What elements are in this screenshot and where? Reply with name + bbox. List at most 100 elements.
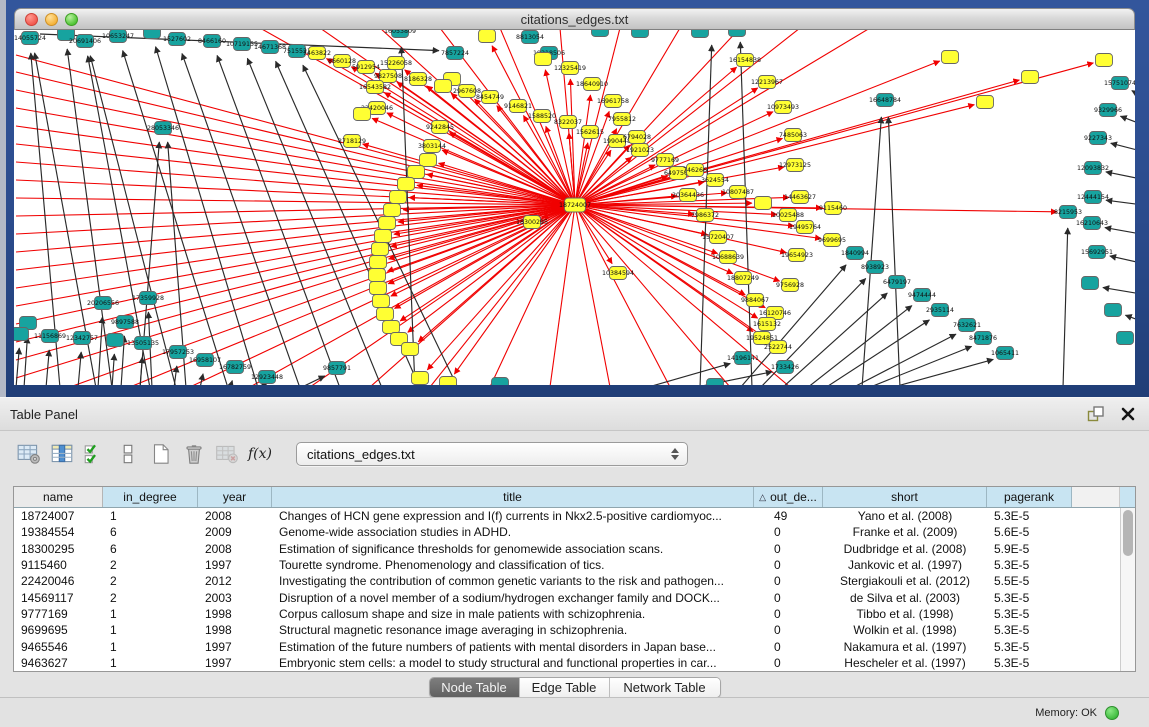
network-node[interactable]: [372, 243, 389, 256]
network-node[interactable]: [377, 308, 394, 321]
network-node[interactable]: 1527602: [163, 33, 191, 46]
table-row[interactable]: 977716911998Corpus callosum shape and si…: [14, 606, 1120, 622]
network-node[interactable]: [370, 256, 387, 269]
network-node[interactable]: [373, 295, 390, 308]
table-cell[interactable]: Franke et al. (2009): [823, 525, 987, 539]
network-node[interactable]: 16648784: [869, 94, 901, 107]
network-node[interactable]: [384, 204, 401, 217]
network-node[interactable]: 14055724: [14, 32, 46, 45]
zoom-window-icon[interactable]: [65, 13, 78, 26]
network-node[interactable]: 12325419: [554, 62, 586, 75]
network-node[interactable]: 14196141: [727, 352, 759, 365]
table-cell[interactable]: 0: [754, 623, 823, 637]
table-cell[interactable]: 2012: [198, 574, 272, 588]
network-node[interactable]: 3803144: [418, 140, 446, 153]
table-cell[interactable]: 5.3E-5: [987, 591, 1072, 605]
network-node[interactable]: 19495764: [789, 221, 821, 234]
network-node[interactable]: [435, 80, 452, 93]
table-cell[interactable]: 2008: [198, 509, 272, 523]
network-node[interactable]: 9699695: [818, 234, 846, 247]
network-node[interactable]: 1588520: [528, 110, 556, 123]
table-row[interactable]: 969969511998Structural magnetic resonanc…: [14, 622, 1120, 638]
table-cell[interactable]: Tourette syndrome. Phenomenology and cla…: [272, 558, 754, 572]
network-node[interactable]: 12973125: [779, 159, 811, 172]
network-node[interactable]: 16210643: [1076, 217, 1108, 230]
table-cell[interactable]: 5.3E-5: [987, 640, 1072, 654]
table-cell[interactable]: 9463627: [14, 656, 103, 670]
table-cell[interactable]: 49: [754, 509, 823, 523]
network-node[interactable]: 9777169: [651, 154, 679, 167]
network-node[interactable]: [492, 378, 509, 386]
column-header-pagerank[interactable]: pagerank: [987, 487, 1072, 507]
network-node[interactable]: 2935114: [926, 304, 954, 317]
network-node[interactable]: [144, 30, 161, 39]
column-header-in-degree[interactable]: in_degree: [103, 487, 198, 507]
table-cell[interactable]: 22420046: [14, 574, 103, 588]
table-cell[interactable]: Wolkin et al. (1998): [823, 623, 987, 637]
network-node[interactable]: 7632621: [953, 319, 981, 332]
table-cell[interactable]: 0: [754, 542, 823, 556]
table-cell[interactable]: Stergiakouli et al. (2012): [823, 574, 987, 588]
network-node[interactable]: [379, 217, 396, 230]
table-row[interactable]: 1830029562008Estimation of significance …: [14, 541, 1120, 557]
network-node[interactable]: [535, 53, 552, 66]
network-window-titlebar[interactable]: citations_edges.txt: [14, 8, 1135, 30]
network-node[interactable]: [692, 30, 709, 38]
table-cell[interactable]: 9777169: [14, 607, 103, 621]
table-cell[interactable]: Estimation of the future numbers of pati…: [272, 640, 754, 654]
table-row[interactable]: 1456911722003Disruption of a novel membe…: [14, 589, 1120, 605]
network-node[interactable]: 9227343: [1084, 132, 1112, 145]
network-node[interactable]: 3624554: [701, 174, 729, 187]
network-node[interactable]: 7857224: [441, 47, 469, 60]
table-cell[interactable]: de Silva et al. (2003): [823, 591, 987, 605]
network-node[interactable]: [1117, 332, 1134, 345]
network-node[interactable]: [107, 334, 124, 347]
table-cell[interactable]: 18724007: [14, 509, 103, 523]
network-node[interactable]: 9146821: [504, 100, 532, 113]
column-header-year[interactable]: year: [198, 487, 272, 507]
table-cell[interactable]: Genome-wide association studies in ADHD.: [272, 525, 754, 539]
network-node[interactable]: [707, 379, 724, 386]
scrollbar-thumb[interactable]: [1123, 510, 1133, 556]
tab-edge-table[interactable]: Edge Table: [520, 678, 610, 697]
table-cell[interactable]: 19384554: [14, 525, 103, 539]
network-node[interactable]: [479, 30, 496, 43]
table-cell[interactable]: 9465546: [14, 640, 103, 654]
table-cell[interactable]: 1997: [198, 558, 272, 572]
table-cell[interactable]: 2: [103, 558, 198, 572]
table-cell[interactable]: 0: [754, 640, 823, 654]
network-node[interactable]: 28053346: [147, 122, 179, 135]
network-node[interactable]: 9884067: [741, 294, 769, 307]
network-node[interactable]: [729, 30, 746, 37]
network-node[interactable]: 14671368: [254, 41, 286, 54]
network-node[interactable]: [408, 166, 425, 179]
table-cell[interactable]: 1997: [198, 656, 272, 670]
network-node[interactable]: 8813054: [516, 31, 544, 44]
row-selector-icon[interactable]: [115, 442, 141, 466]
network-node[interactable]: 8938923: [861, 261, 889, 274]
column-header-title[interactable]: title: [272, 487, 754, 507]
table-cell[interactable]: Corpus callosum shape and size in male p…: [272, 607, 754, 621]
network-node[interactable]: 16961758: [597, 95, 629, 108]
network-node[interactable]: 15692951: [1081, 246, 1113, 259]
network-node[interactable]: 18640910: [576, 78, 608, 91]
network-canvas[interactable]: 1405572420691406106532471527602846616010…: [14, 30, 1135, 385]
network-node[interactable]: [942, 51, 959, 64]
column-header-out-de-[interactable]: △out_de...: [754, 487, 823, 507]
table-cell[interactable]: 2: [103, 591, 198, 605]
network-node[interactable]: 1065411: [991, 347, 1019, 360]
table-cell[interactable]: 0: [754, 574, 823, 588]
network-node[interactable]: 746266: [683, 164, 707, 177]
network-node[interactable]: 7485063: [779, 129, 807, 142]
network-node[interactable]: [369, 269, 386, 282]
table-cell[interactable]: Hescheler et al. (1997): [823, 656, 987, 670]
network-node[interactable]: 12213967: [751, 76, 783, 89]
table-cell[interactable]: Structural magnetic resonance image aver…: [272, 623, 754, 637]
table-row[interactable]: 946554611997Estimation of the future num…: [14, 638, 1120, 654]
close-window-icon[interactable]: [25, 13, 38, 26]
network-node[interactable]: 9115460: [819, 202, 847, 215]
network-node[interactable]: 6479197: [883, 276, 911, 289]
table-row[interactable]: 2242004622012Investigating the contribut…: [14, 573, 1120, 589]
column-header-short[interactable]: short: [823, 487, 987, 507]
network-node[interactable]: 12093832: [1077, 162, 1109, 175]
